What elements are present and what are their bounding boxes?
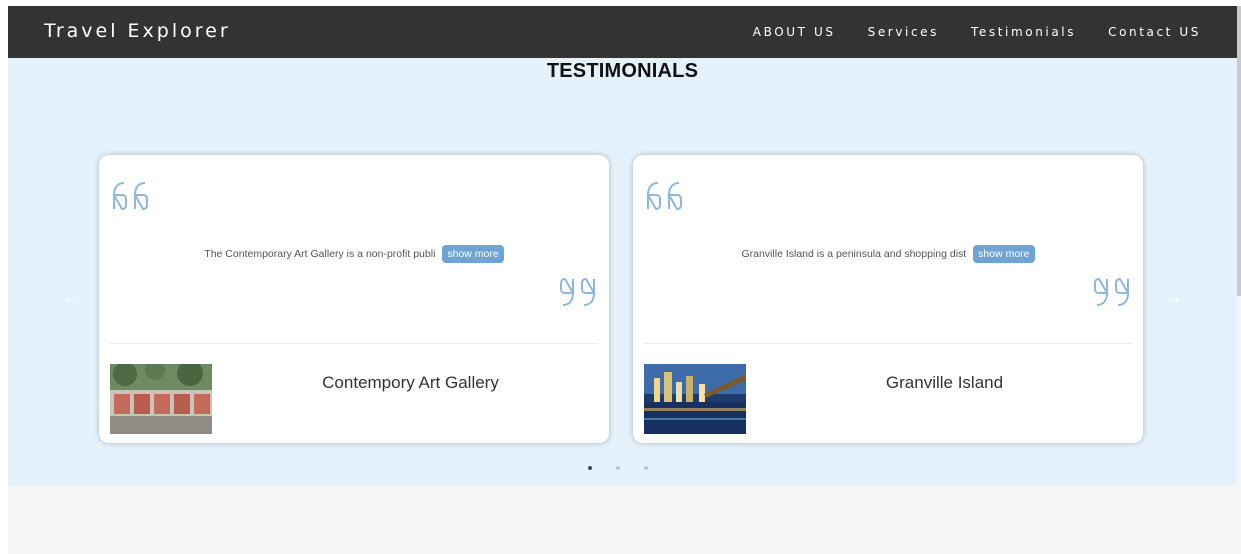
arrow-right-icon[interactable]: → <box>1166 290 1182 308</box>
place-name: Granville Island <box>885 373 1004 392</box>
show-more-button[interactable]: show more <box>973 245 1035 263</box>
carousel-dot[interactable] <box>616 466 620 470</box>
testimonial-card: The Contemporary Art Gallery is a non-pr… <box>99 155 609 443</box>
card-divider <box>110 343 598 344</box>
arrow-left-icon[interactable]: ← <box>63 290 79 308</box>
city-night-photo[interactable] <box>644 364 746 434</box>
navbar: Travel Explorer ABOUT US Services Testim… <box>8 6 1237 58</box>
carousel-dot[interactable] <box>644 466 648 470</box>
nav-link-contact-us[interactable]: Contact US <box>1108 25 1201 39</box>
carousel-dot[interactable] <box>588 466 592 470</box>
section-title: TESTIMONIALS <box>546 60 699 82</box>
carousel-indicators <box>588 466 648 470</box>
place-name: Contempory Art Gallery <box>322 373 499 392</box>
gallery-photo[interactable] <box>110 364 212 434</box>
nav-link-services[interactable]: Services <box>868 25 939 39</box>
quote-close-icon <box>1094 277 1130 306</box>
quote-open-icon <box>112 182 148 211</box>
nav-link-about-us[interactable]: ABOUT US <box>753 25 836 39</box>
testimonial-card: Granville Island is a peninsula and shop… <box>633 155 1143 443</box>
excerpt-text: The Contemporary Art Gallery is a non-pr… <box>204 247 436 260</box>
quote-open-icon <box>646 182 682 211</box>
brand-logo[interactable]: Travel Explorer <box>44 20 231 42</box>
scrollbar[interactable] <box>1237 6 1241 296</box>
quote-close-icon <box>560 277 596 306</box>
testimonials-section: TESTIMONIALS ← → The Contemporary Art Ga… <box>8 58 1237 486</box>
nav-link-testimonials[interactable]: Testimonials <box>971 25 1076 39</box>
nav-links: ABOUT US Services Testimonials Contact U… <box>753 25 1201 39</box>
testimonial-excerpt: The Contemporary Art Gallery is a non-pr… <box>99 245 609 263</box>
page: Travel Explorer ABOUT US Services Testim… <box>0 0 1241 554</box>
testimonial-excerpt: Granville Island is a peninsula and shop… <box>633 245 1143 263</box>
excerpt-text: Granville Island is a peninsula and shop… <box>741 247 967 260</box>
show-more-button[interactable]: show more <box>442 245 504 263</box>
card-divider <box>644 343 1132 344</box>
left-strip <box>0 0 8 554</box>
